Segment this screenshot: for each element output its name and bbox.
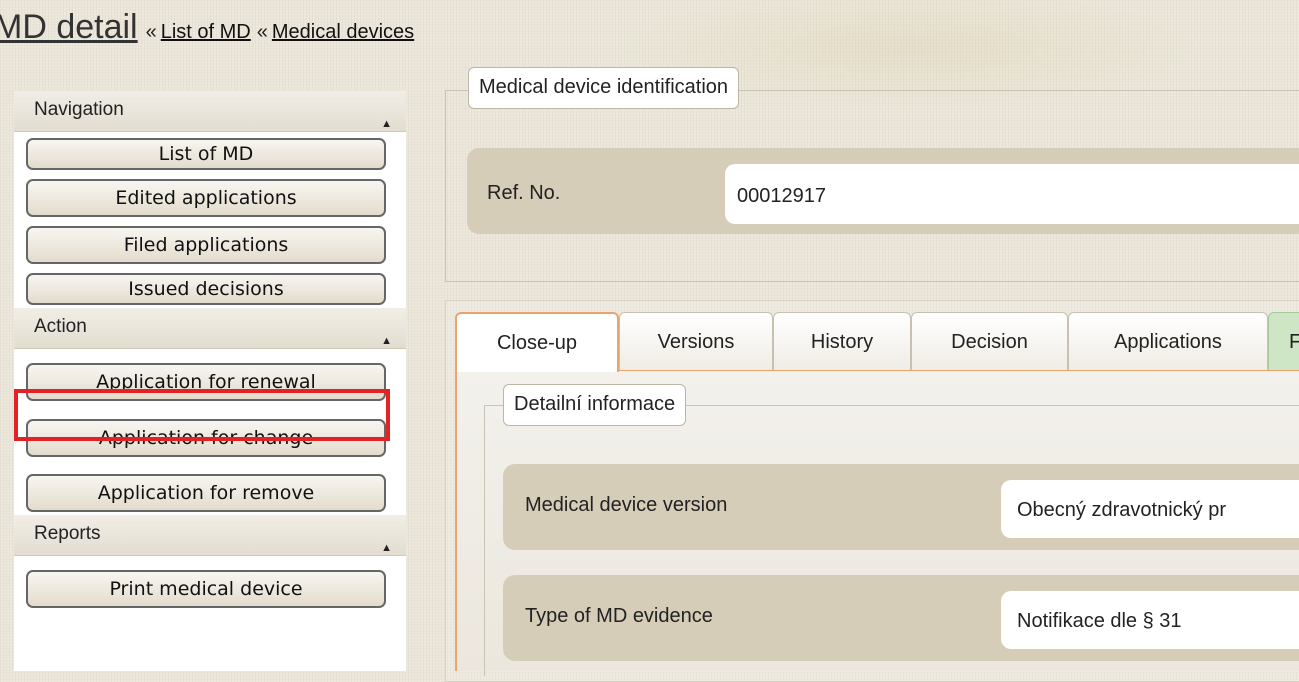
sidebar: Navigation ▲ List of MD Edited applicati… (14, 91, 406, 671)
field-row-md-evidence: Type of MD evidence Notifikace dle § 31 (503, 575, 1299, 661)
section-header-navigation[interactable]: Navigation ▲ (14, 91, 406, 132)
tab-partial[interactable]: F (1268, 312, 1299, 370)
tab-applications[interactable]: Applications (1068, 312, 1268, 370)
section-title: Reports (34, 523, 101, 544)
ref-no-row: Ref. No. 00012917 (467, 148, 1299, 234)
tab-history[interactable]: History (773, 312, 911, 370)
section-header-action[interactable]: Action ▲ (14, 308, 406, 349)
breadcrumb-medical-devices[interactable]: Medical devices (272, 21, 414, 44)
tab-close-up[interactable]: Close-up (455, 312, 619, 372)
tab-decision[interactable]: Decision (911, 312, 1068, 370)
navigation-buttons: List of MD Edited applications Filed app… (14, 132, 406, 308)
field-label: Type of MD evidence (525, 605, 713, 627)
edited-applications-button[interactable]: Edited applications (26, 179, 386, 217)
application-for-remove-button[interactable]: Application for remove (26, 474, 386, 512)
section-title: Action (34, 316, 87, 337)
breadcrumb-separator: « (256, 21, 268, 43)
detail-legend: Detailní informace (503, 384, 687, 426)
list-of-md-button[interactable]: List of MD (26, 138, 386, 170)
breadcrumb-list-of-md[interactable]: List of MD (161, 21, 251, 44)
section-title: Navigation (34, 99, 124, 120)
breadcrumb-separator: « (145, 21, 157, 43)
collapse-triangle-icon[interactable]: ▲ (381, 105, 392, 143)
action-buttons: Application for renewal Application for … (14, 349, 406, 515)
identification-legend: Medical device identification (468, 67, 740, 109)
title-row: MD detail « List of MD « Medical devices (0, 8, 414, 48)
md-version-field[interactable]: Obecný zdravotnický pr (1001, 480, 1299, 538)
application-for-renewal-button[interactable]: Application for renewal (26, 363, 386, 401)
filed-applications-button[interactable]: Filed applications (26, 226, 386, 264)
page-title[interactable]: MD detail (0, 8, 138, 47)
field-row-md-version: Medical device version Obecný zdravotnic… (503, 464, 1299, 550)
application-for-change-button[interactable]: Application for change (26, 419, 386, 457)
ref-no-label: Ref. No. (487, 182, 561, 204)
issued-decisions-button[interactable]: Issued decisions (26, 273, 386, 305)
section-header-reports[interactable]: Reports ▲ (14, 515, 406, 556)
reports-buttons: Print medical device (14, 556, 406, 620)
collapse-triangle-icon[interactable]: ▲ (381, 322, 392, 360)
print-medical-device-button[interactable]: Print medical device (26, 570, 386, 608)
field-label: Medical device version (525, 494, 728, 516)
collapse-triangle-icon[interactable]: ▲ (381, 529, 392, 567)
md-evidence-field[interactable]: Notifikace dle § 31 (1001, 591, 1299, 649)
ref-no-field[interactable]: 00012917 (725, 164, 1299, 224)
tab-versions[interactable]: Versions (619, 312, 773, 370)
